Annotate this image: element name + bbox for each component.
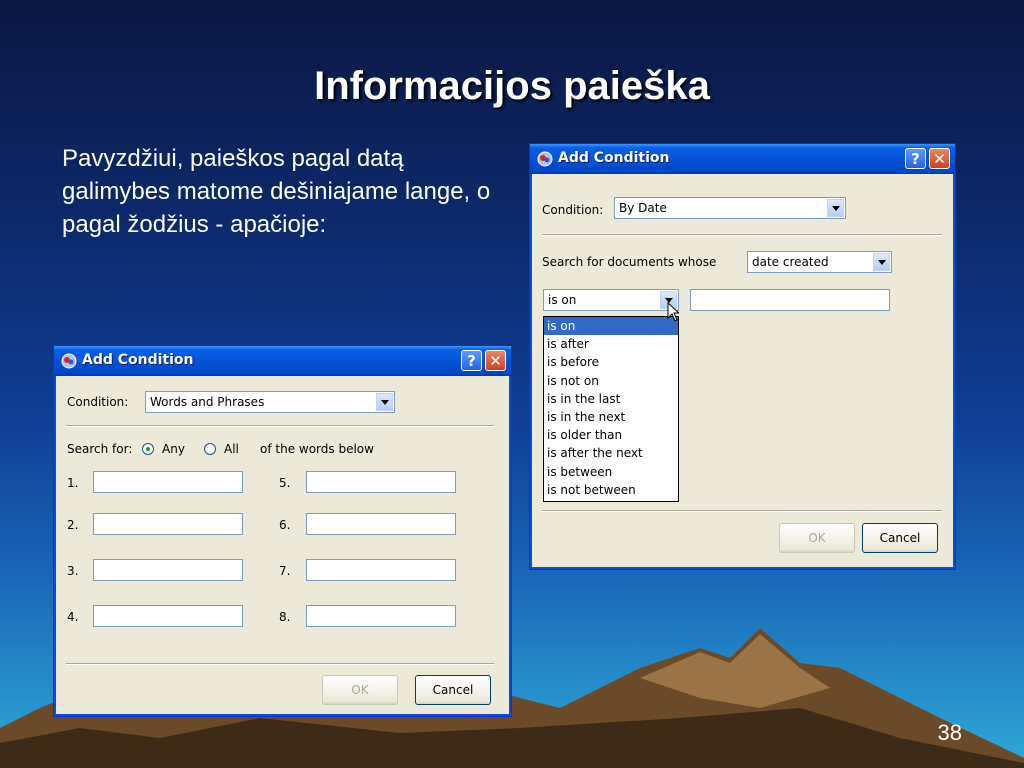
close-button[interactable]: ✕ [929, 148, 950, 169]
app-icon [537, 151, 553, 167]
condition-dropdown[interactable]: By Date [614, 197, 846, 219]
chevron-down-icon[interactable] [827, 199, 844, 217]
slide-page-number: 38 [937, 720, 962, 745]
dialog-titlebar[interactable]: Add Condition ? ✕ [530, 144, 955, 174]
condition-dropdown-value: By Date [619, 201, 667, 215]
word-input-2[interactable] [93, 513, 243, 535]
mouse-cursor-icon [667, 302, 679, 322]
dialog-titlebar[interactable]: Add Condition ? ✕ [54, 346, 511, 376]
ok-button[interactable]: OK [779, 523, 855, 553]
field-label-7: 7. [279, 564, 291, 578]
words-below-label: of the words below [260, 442, 374, 456]
operator-option[interactable]: is before [544, 353, 678, 371]
operator-option[interactable]: is in the last [544, 390, 678, 408]
all-radio-label[interactable]: All [224, 442, 239, 456]
word-input-3[interactable] [93, 559, 243, 581]
separator [66, 663, 494, 665]
dialog-title: Add Condition [558, 150, 670, 166]
field-label-3: 3. [67, 564, 79, 578]
condition-dropdown-value: Words and Phrases [150, 395, 265, 409]
separator [542, 234, 942, 236]
any-radio-label[interactable]: Any [162, 442, 185, 456]
field-label-4: 4. [67, 610, 79, 624]
field-label-6: 6. [279, 518, 291, 532]
operator-option[interactable]: is after the next [544, 444, 678, 462]
word-input-5[interactable] [306, 471, 456, 493]
operator-dropdown[interactable]: is on [543, 289, 679, 311]
word-input-7[interactable] [306, 559, 456, 581]
search-for-label: Search for: [67, 442, 133, 456]
help-button[interactable]: ? [905, 148, 926, 169]
word-input-8[interactable] [306, 605, 456, 627]
operator-option[interactable]: is not between [544, 481, 678, 499]
operator-option[interactable]: is after [544, 335, 678, 353]
operator-dropdown-value: is on [548, 293, 577, 307]
operator-option[interactable]: is between [544, 463, 678, 481]
help-button[interactable]: ? [461, 350, 482, 371]
date-field-dropdown[interactable]: date created [747, 251, 892, 273]
operator-option[interactable]: is older than [544, 426, 678, 444]
separator [542, 510, 942, 512]
chevron-down-icon[interactable] [376, 393, 393, 411]
add-condition-date-dialog: Add Condition ? ✕ Condition: By Date Sea… [529, 143, 956, 570]
field-label-1: 1. [67, 476, 79, 490]
word-input-6[interactable] [306, 513, 456, 535]
search-documents-label: Search for documents whose [542, 255, 717, 269]
condition-dropdown[interactable]: Words and Phrases [145, 391, 395, 413]
field-label-2: 2. [67, 518, 79, 532]
operator-option[interactable]: is on [544, 317, 678, 336]
slide-title: Informacijos paieška [314, 64, 710, 108]
chevron-down-icon[interactable] [873, 253, 890, 271]
operator-option[interactable]: is in the next [544, 408, 678, 426]
slide-body-text: Pavyzdžiui, paieškos pagal datą galimybe… [62, 145, 491, 238]
any-radio[interactable] [142, 443, 154, 455]
condition-label: Condition: [542, 203, 604, 217]
separator [66, 425, 494, 427]
word-input-1[interactable] [93, 471, 243, 493]
operator-option[interactable]: is not on [544, 372, 678, 390]
cancel-button[interactable]: Cancel [862, 523, 938, 553]
field-label-5: 5. [279, 476, 291, 490]
condition-label: Condition: [67, 395, 129, 409]
word-input-4[interactable] [93, 605, 243, 627]
add-condition-words-dialog: Add Condition ? ✕ Condition: Words and P… [53, 345, 512, 717]
operator-dropdown-list[interactable]: is on is after is before is not on is in… [543, 316, 679, 502]
all-radio[interactable] [204, 443, 216, 455]
date-field-dropdown-value: date created [752, 255, 829, 269]
field-label-8: 8. [279, 610, 291, 624]
cancel-button[interactable]: Cancel [415, 675, 491, 705]
dialog-title: Add Condition [82, 352, 194, 368]
date-value-input[interactable] [690, 289, 890, 311]
ok-button[interactable]: OK [322, 675, 398, 705]
close-button[interactable]: ✕ [485, 350, 506, 371]
app-icon [61, 353, 77, 369]
